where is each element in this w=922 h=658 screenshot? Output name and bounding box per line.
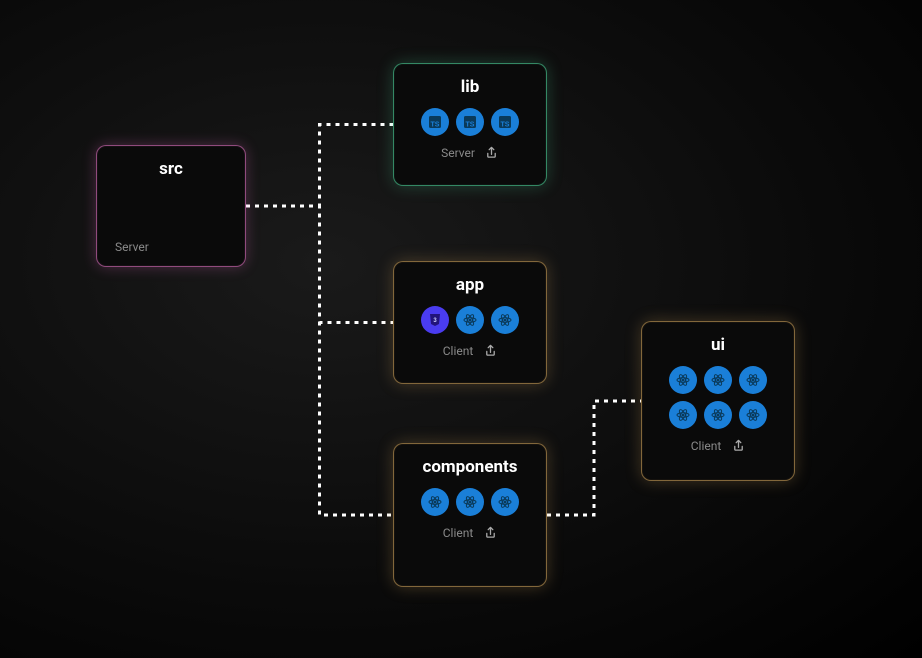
ts-file-icon: TS: [491, 108, 519, 136]
node-components[interactable]: components Client: [393, 443, 547, 587]
environment-label: Client: [443, 344, 474, 358]
svg-text:TS: TS: [501, 121, 510, 128]
environment-label: Client: [691, 439, 722, 453]
node-lib[interactable]: lib TS TS TS Server: [393, 63, 547, 186]
diagram-canvas: srcServerlibTSTSTSServerapp3Clientcompon…: [0, 0, 922, 658]
node-footer: Client: [410, 344, 530, 358]
svg-text:TS: TS: [466, 121, 475, 128]
react-file-icon: [491, 488, 519, 516]
file-icons: TS TS TS: [421, 108, 519, 136]
node-footer: Server: [410, 146, 530, 160]
environment-label: Client: [443, 526, 474, 540]
file-icons: [663, 366, 773, 429]
node-footer: Client: [410, 526, 530, 540]
node-app[interactable]: app 3 Client: [393, 261, 547, 384]
node-title: lib: [461, 78, 480, 98]
share-icon[interactable]: [485, 146, 499, 160]
react-file-icon: [739, 401, 767, 429]
file-icons: 3: [421, 306, 519, 334]
node-src[interactable]: src Server: [96, 145, 246, 267]
svg-text:TS: TS: [431, 121, 440, 128]
node-title: ui: [711, 336, 725, 356]
node-title: components: [422, 458, 517, 478]
react-file-icon: [739, 366, 767, 394]
file-icons: [421, 488, 519, 516]
node-footer: Client: [658, 439, 778, 453]
share-icon[interactable]: [731, 439, 745, 453]
node-ui[interactable]: ui Client: [641, 321, 795, 481]
react-file-icon: [421, 488, 449, 516]
react-file-icon: [491, 306, 519, 334]
react-file-icon: [704, 401, 732, 429]
node-title: src: [159, 160, 183, 180]
node-footer: Server: [113, 240, 149, 254]
react-file-icon: [456, 306, 484, 334]
react-file-icon: [456, 488, 484, 516]
ts-file-icon: TS: [456, 108, 484, 136]
node-title: app: [456, 276, 484, 296]
environment-label: Server: [441, 146, 475, 160]
react-file-icon: [669, 366, 697, 394]
share-icon[interactable]: [483, 526, 497, 540]
environment-label: Server: [115, 240, 149, 254]
css-file-icon: 3: [421, 306, 449, 334]
react-file-icon: [704, 366, 732, 394]
react-file-icon: [669, 401, 697, 429]
share-icon[interactable]: [483, 344, 497, 358]
ts-file-icon: TS: [421, 108, 449, 136]
